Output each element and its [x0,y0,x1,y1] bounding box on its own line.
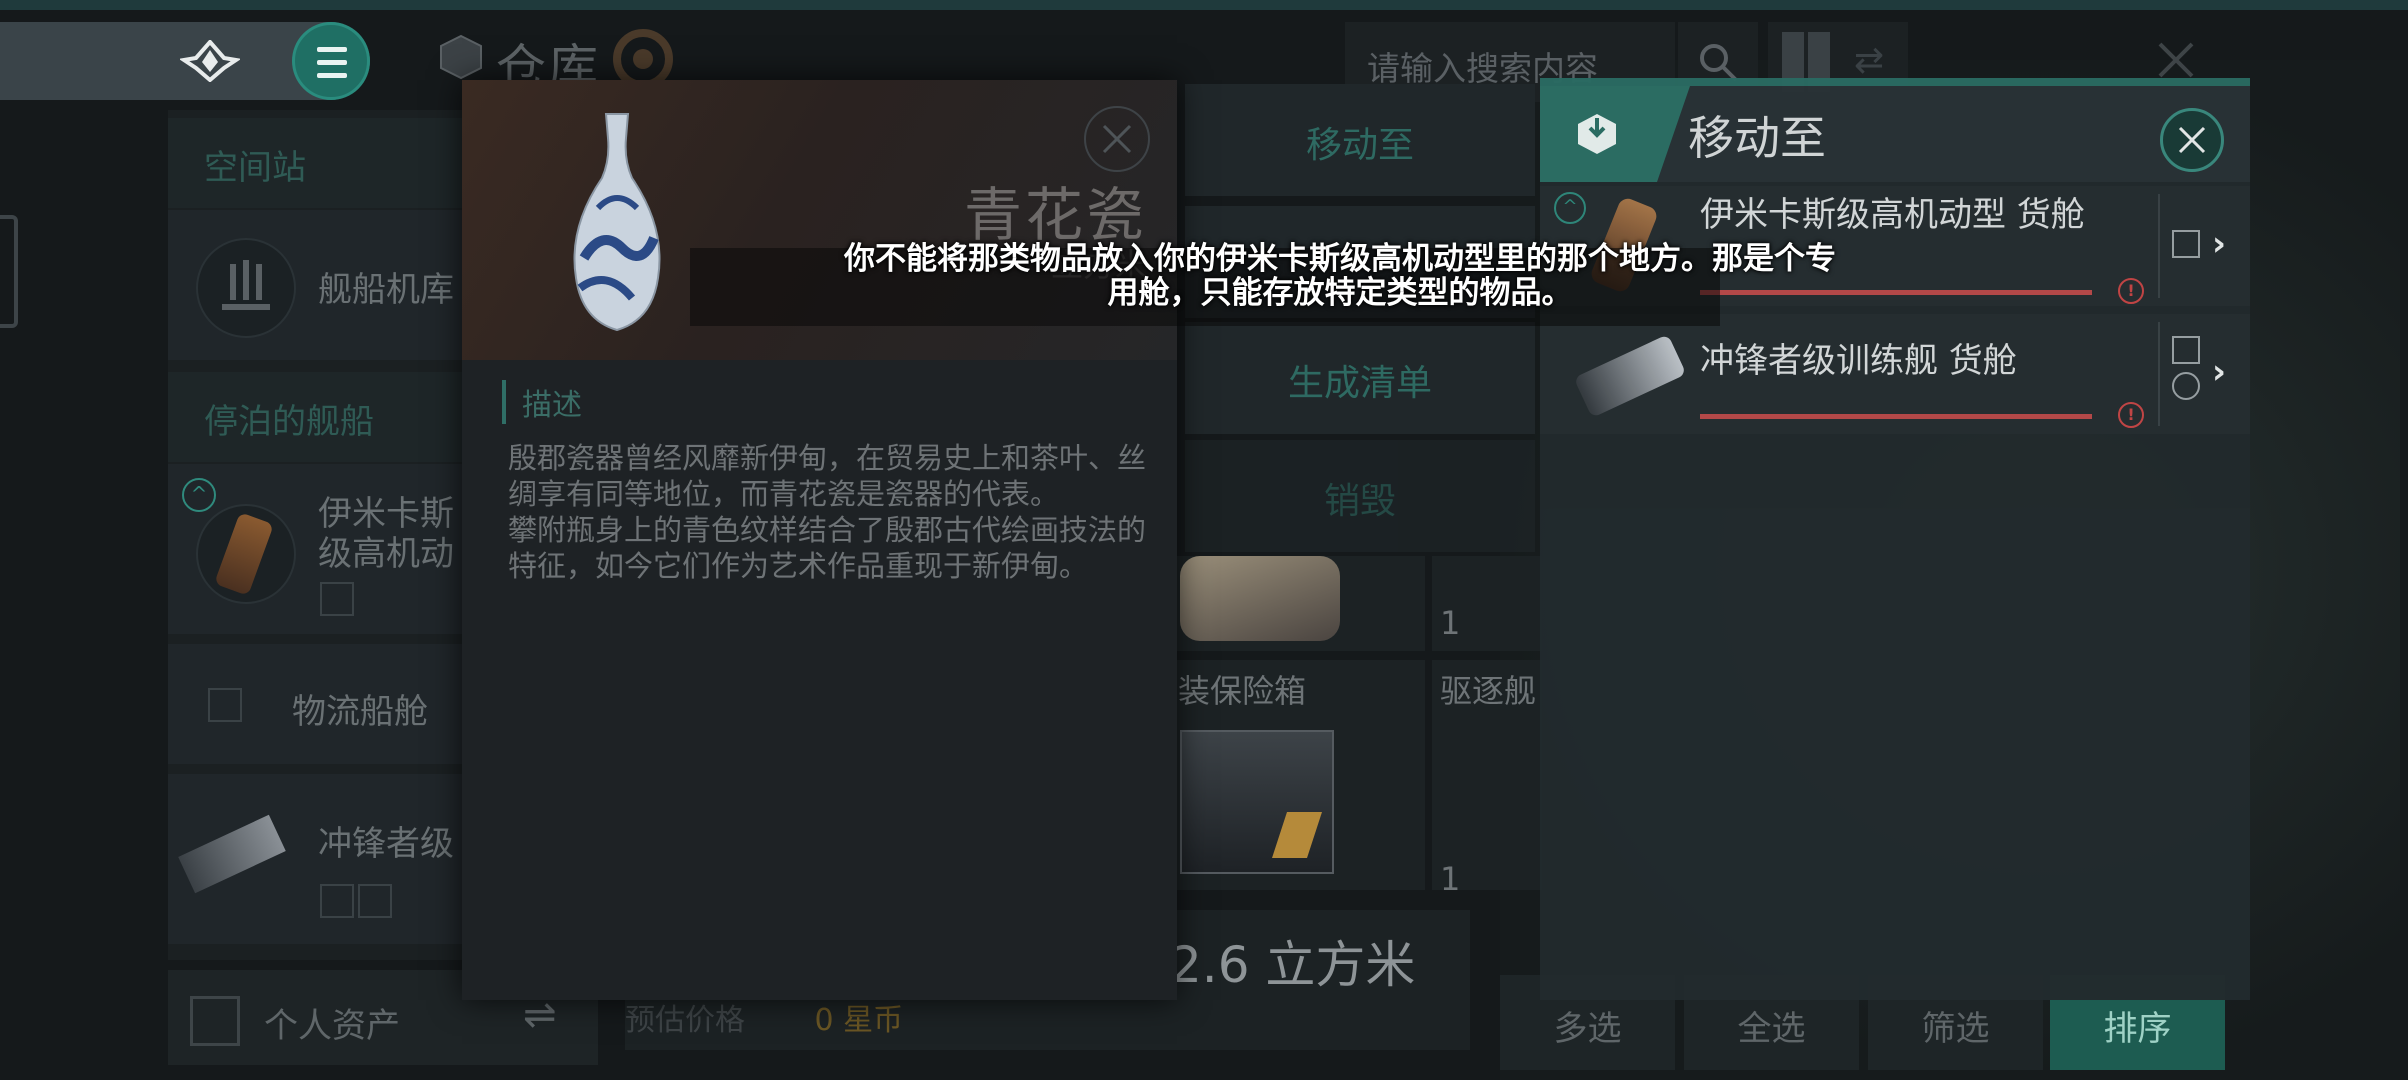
cargo-icon [320,884,354,918]
item-name: 驱逐舰 [1440,672,1537,710]
section-label: 空间站 [204,148,306,188]
button-label: 排序 [2103,1009,2172,1049]
swap-icon: ⇄ [1854,40,1885,81]
menu-icon-line [317,60,347,65]
row-separator [2158,322,2160,426]
price-value: 0 星币 [814,1003,904,1038]
button-label: 销毁 [1323,481,1396,522]
ship-image [1180,556,1340,641]
target-name: 伊米卡斯级高机动型 货舱 [1700,195,2085,235]
drone-bay-icon [2172,372,2200,400]
toast-text: 你不能将那类物品放入你的伊米卡斯级高机动型里的那个地方。那是个专用舱，只能存放特… [844,241,1836,311]
close-icon [2178,126,2206,154]
warning-icon: ! [2118,278,2144,304]
sidebar-item-label: 物流船舱 [292,692,428,732]
personal-assets-label: 个人资产 [264,1006,400,1046]
hangar-ships-icon [222,260,270,310]
button-label: 全选 [1737,1009,1806,1049]
active-ship-badge-icon: ^ [182,478,216,512]
move-to-button[interactable]: 移动至 [1185,84,1535,196]
panel-title: 移动至 [1688,111,1826,165]
quantity-text: 1 [1440,604,1461,642]
description-heading: 描述 [502,380,582,424]
move-to-tab [1540,86,1690,182]
move-to-panel: 移动至 ^ 伊米卡斯级高机动型 货舱 ! › 冲锋者级训练舰 货舱 ! › [1540,78,2250,1000]
estimated-price: 预估价格 0 星币 [625,995,903,1039]
assets-icon [190,996,240,1046]
panel-top-accent [1540,78,2250,86]
sidebar-item-label: 伊米卡斯级高机动型 [318,494,454,574]
grid-cell-qty: 1 [1432,556,1542,651]
faction-logo-icon [180,40,240,82]
button-label: 移动至 [1305,125,1414,166]
left-edge-handle[interactable] [0,215,18,328]
ship-image [214,512,274,596]
item-detail-panel: 青花瓷 立方米 描述 殷郡瓷器曾经风靡新伊甸，在贸易史上和茶叶、丝绸享有同等地位… [462,80,1177,1000]
sidebar-item-label: 舰船机库 [318,270,454,310]
capacity-bar [1700,414,2092,419]
top-edge-strip [0,0,2408,10]
button-label: 生成清单 [1287,363,1432,404]
generate-list-button[interactable]: 生成清单 [1185,322,1535,434]
section-label: 停泊的舰船 [204,402,374,442]
total-volume: 2.6 立方米 [1170,936,1416,994]
item-name: 装保险箱 [1178,672,1307,710]
warning-icon: ! [2118,402,2144,428]
close-icon [1102,124,1132,154]
grid-cell-destroyer[interactable]: 驱逐舰 1 [1432,660,1542,898]
container-emblem [1272,812,1322,858]
description-paragraph: 攀附瓶身上的青色纹样结合了殷郡古代绘画技法的特征，如今它们作为艺术作品重现于新伊… [508,513,1147,583]
grid-cell-container[interactable]: 装保险箱 [1170,660,1425,890]
chevron-right-icon: › [2212,352,2227,392]
secure-container-image [1180,730,1334,874]
error-toast-message: 你不能将那类物品放入你的伊米卡斯级高机动型里的那个地方。那是个专用舱，只能存放特… [560,242,2120,310]
move-to-header: 移动至 [1540,86,2250,182]
button-label: 筛选 [1921,1009,1990,1049]
quantity-text: 1 [1440,860,1461,898]
menu-button[interactable] [292,22,370,100]
description-paragraph: 殷郡瓷器曾经风靡新伊甸，在贸易史上和茶叶、丝绸享有同等地位，而青花瓷是瓷器的代表… [508,441,1147,511]
drone-bay-icon [358,884,392,918]
ship-image [178,814,286,894]
menu-icon [317,47,347,52]
description-text: 殷郡瓷器曾经风靡新伊甸，在贸易史上和茶叶、丝绸享有同等地位，而青花瓷是瓷器的代表… [508,440,1158,584]
ship-image [1573,334,1687,418]
close-move-panel-button[interactable] [2160,108,2224,172]
destroy-button[interactable]: 销毁 [1185,440,1535,552]
grid-cell-ship[interactable] [1170,556,1425,651]
sidebar-item-label: 冲锋者级 [318,824,454,864]
warehouse-cube-icon [440,34,482,80]
move-box-icon [1578,114,1616,154]
price-label: 预估价格 [625,1003,745,1038]
logistics-cargo-icon [208,688,242,722]
close-detail-button[interactable] [1084,106,1150,172]
ship-avatar [178,804,286,900]
cargo-icon [320,582,354,616]
row-separator [2158,194,2160,298]
cargo-icon [2172,336,2200,364]
ship-thumbnail [1573,324,1687,424]
ship-avatar [196,504,296,604]
button-label: 多选 [1553,1009,1622,1049]
target-name: 冲锋者级训练舰 货舱 [1700,341,2017,381]
move-target-row[interactable]: 冲锋者级训练舰 货舱 ! › [1540,314,2250,434]
cargo-icon [2172,230,2200,258]
hangar-icon [196,238,296,338]
chevron-right-icon: › [2212,224,2227,264]
menu-icon-line [317,73,347,78]
